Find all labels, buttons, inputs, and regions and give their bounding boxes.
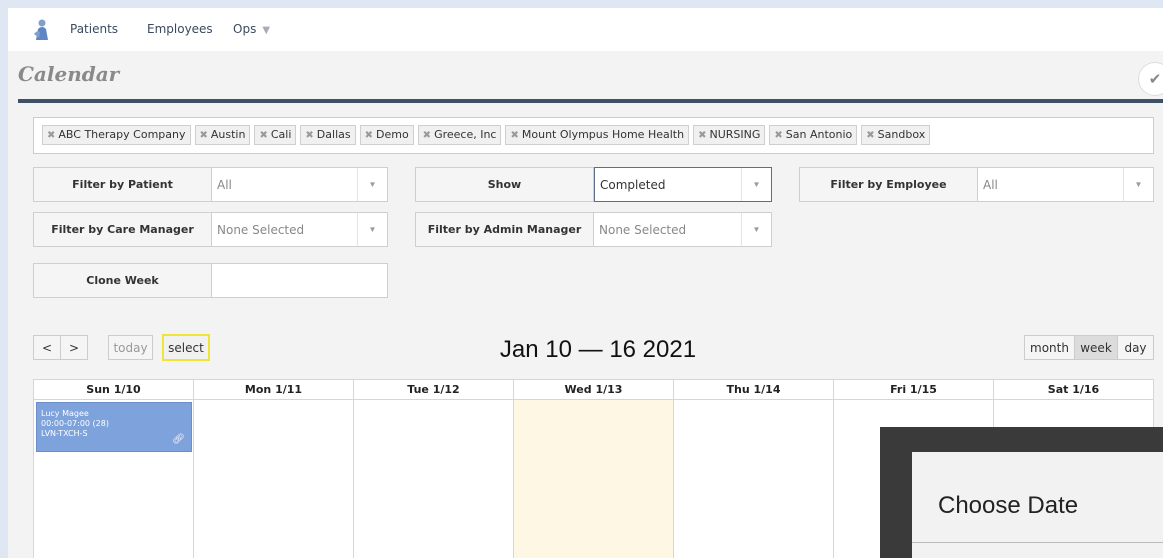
day-cell-sun[interactable]: Lucy Magee 00:00-07:00 (28) LVN-TXCH-S 🔗… [34, 400, 194, 558]
tag-label: Austin [210, 128, 246, 141]
tag-label: San Antonio [785, 128, 853, 141]
clone-week-input[interactable] [212, 264, 387, 297]
remove-tag-icon[interactable]: ✖ [510, 130, 518, 141]
day-cell-mon[interactable] [194, 400, 354, 558]
day-header: Sat 1/16 [1047, 383, 1100, 396]
filter-show: Show Completed ▼ [415, 167, 772, 202]
nav-employees[interactable]: Employees [147, 22, 213, 36]
filter-show-value: Completed [600, 177, 666, 192]
next-button[interactable]: > [60, 335, 88, 360]
view-month-button[interactable]: month [1024, 335, 1075, 360]
event-time: 00:00-07:00 (28) [41, 419, 109, 428]
top-nav: Patients Employees Ops ▼ [8, 8, 1163, 51]
filter-care-manager-label: Filter by Care Manager [34, 213, 212, 246]
nav-patients[interactable]: Patients [70, 22, 118, 36]
remove-tag-icon[interactable]: ✖ [866, 130, 874, 141]
nav-ops-label: Ops [233, 22, 257, 36]
chevron-down-icon[interactable]: ▼ [357, 213, 387, 246]
tag-label: Dallas [316, 128, 351, 141]
tag-demo[interactable]: ✖ Demo [359, 125, 414, 145]
remove-tag-icon[interactable]: ✖ [47, 130, 55, 141]
remove-tag-icon[interactable]: ✖ [200, 130, 208, 141]
title-divider [18, 99, 1163, 103]
nav-ops[interactable]: Ops ▼ [233, 22, 270, 36]
clone-week: Clone Week [33, 263, 388, 298]
agency-tag-selector[interactable]: ✖ ABC Therapy Company ✖ Austin ✖ Cali ✖ Dall… [33, 117, 1154, 154]
select-button[interactable]: select [162, 334, 210, 361]
tag-san-antonio[interactable]: ✖ San Antonio [769, 125, 858, 145]
event-patient-name: Lucy Magee [41, 409, 89, 418]
tag-nursing[interactable]: ✖ NURSING [693, 125, 766, 145]
remove-tag-icon[interactable]: ✖ [259, 130, 267, 141]
filter-show-label: Show [416, 168, 594, 201]
chevron-down-icon[interactable]: ▼ [357, 168, 387, 201]
tag-label: Sandbox [877, 128, 926, 141]
day-header: Mon 1/11 [194, 380, 354, 399]
tag-dallas[interactable]: ✖ Dallas [300, 125, 356, 145]
tag-cali[interactable]: ✖ Cali [254, 125, 297, 145]
date-range-title: Jan 10 — 16 2021 [499, 336, 697, 363]
check-icon[interactable]: ✔ [1138, 62, 1163, 96]
filter-patient-select[interactable]: All [212, 168, 357, 201]
day-header: Tue 1/12 [354, 380, 514, 399]
today-button[interactable]: today [108, 335, 153, 360]
tag-austin[interactable]: ✖ Austin [194, 125, 251, 145]
filter-care-manager-select[interactable]: None Selected [212, 213, 357, 246]
link-icon: 🔗︎ [172, 434, 185, 445]
filter-employee-label: Filter by Employee [800, 168, 978, 201]
filter-patient-label: Filter by Patient [34, 168, 212, 201]
tag-label: Mount Olympus Home Health [521, 128, 685, 141]
day-header: Thu 1/14 [674, 380, 834, 399]
prev-button[interactable]: < [33, 335, 61, 360]
tag-label: Greece, Inc [434, 128, 497, 141]
filter-admin-manager: Filter by Admin Manager None Selected ▼ [415, 212, 772, 247]
filter-care-manager: Filter by Care Manager None Selected ▼ [33, 212, 388, 247]
tag-label: Cali [270, 128, 292, 141]
filter-employee-select[interactable]: All [978, 168, 1123, 201]
tag-sandbox[interactable]: ✖ Sandbox [861, 125, 931, 145]
day-cell-thu[interactable] [674, 400, 834, 558]
filter-admin-manager-select[interactable]: None Selected [594, 213, 741, 246]
modal-divider [912, 542, 1163, 543]
day-header: Wed 1/13 [514, 380, 674, 399]
day-cell-wed[interactable] [514, 400, 674, 558]
filter-employee: Filter by Employee All ▼ [799, 167, 1154, 202]
remove-tag-icon[interactable]: ✖ [365, 130, 373, 141]
chevron-down-icon[interactable]: ▼ [741, 168, 771, 201]
clone-week-label: Clone Week [34, 264, 212, 297]
tag-greece[interactable]: ✖ Greece, Inc [417, 125, 502, 145]
view-week-button[interactable]: week [1074, 335, 1118, 360]
choose-date-modal: Choose Date [912, 452, 1163, 558]
filter-patient: Filter by Patient All ▼ [33, 167, 388, 202]
filter-admin-manager-label: Filter by Admin Manager [416, 213, 594, 246]
remove-tag-icon[interactable]: ✖ [423, 130, 431, 141]
calendar-event[interactable]: Lucy Magee 00:00-07:00 (28) LVN-TXCH-S 🔗… [36, 402, 192, 452]
page-title: Calendar [18, 62, 120, 86]
event-code: LVN-TXCH-S [41, 429, 88, 438]
logo-icon[interactable] [30, 18, 54, 42]
tag-label: NURSING [709, 128, 761, 141]
day-cell-tue[interactable] [354, 400, 514, 558]
calendar-header: Sun 1/10 Mon 1/11 Tue 1/12 Wed 1/13 Thu … [34, 380, 1153, 400]
filter-show-select[interactable]: Completed ▼ [594, 167, 772, 202]
chevron-down-icon[interactable]: ▼ [1123, 168, 1153, 201]
day-header: Fri 1/15 [834, 380, 994, 399]
view-day-button[interactable]: day [1117, 335, 1154, 360]
day-header: Sun 1/10 [34, 380, 194, 399]
chevron-down-icon[interactable]: ▼ [741, 213, 771, 246]
tag-abc-therapy[interactable]: ✖ ABC Therapy Company [42, 125, 191, 145]
chevron-down-icon: ▼ [262, 25, 271, 36]
tag-mount-olympus[interactable]: ✖ Mount Olympus Home Health [505, 125, 690, 145]
tag-label: ABC Therapy Company [58, 128, 186, 141]
remove-tag-icon[interactable]: ✖ [698, 130, 706, 141]
remove-tag-icon[interactable]: ✖ [774, 130, 782, 141]
remove-tag-icon[interactable]: ✖ [305, 130, 313, 141]
modal-title: Choose Date [938, 492, 1079, 519]
tag-label: Demo [375, 128, 409, 141]
